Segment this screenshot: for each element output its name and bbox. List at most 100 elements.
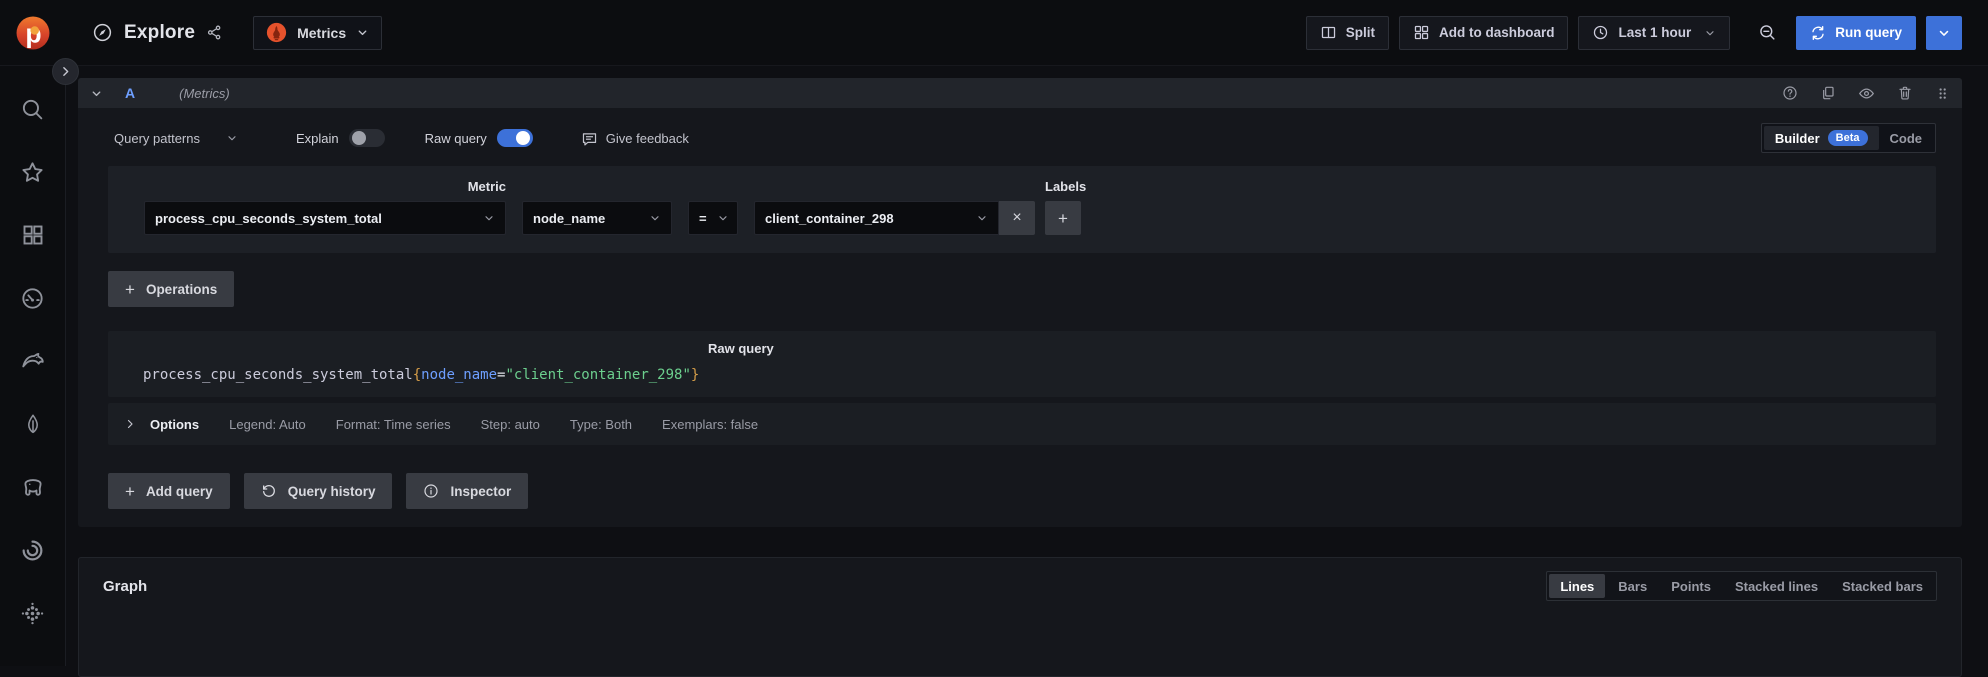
editor-mode-switch: Builder Beta Code — [1760, 123, 1936, 153]
options-type: Type: Both — [569, 416, 633, 432]
share-icon[interactable] — [206, 24, 223, 41]
graph-style-bars[interactable]: Bars — [1607, 574, 1658, 598]
options-expand-icon[interactable] — [124, 418, 136, 430]
graph-style-switch: Lines Bars Points Stacked lines Stacked … — [1546, 571, 1937, 601]
query-patterns-dropdown[interactable]: Query patterns — [114, 131, 238, 146]
app-logo[interactable]: p — [16, 16, 50, 50]
dots-cluster-icon[interactable] — [20, 600, 46, 626]
elephant-icon[interactable] — [20, 474, 46, 500]
explain-toggle[interactable] — [348, 129, 385, 147]
zoom-out-icon — [1759, 25, 1775, 40]
graph-panel-title: Graph — [103, 577, 148, 595]
query-actions-row: + Add query Query history Inspector — [108, 473, 1936, 509]
code-mode-tab[interactable]: Code — [1879, 126, 1934, 150]
options-format: Format: Time series — [335, 416, 451, 432]
sidebar-expand-button[interactable] — [52, 58, 79, 85]
explore-content: A (Metrics) Query patterns Explain Raw q… — [66, 66, 1988, 677]
gauge-dashboard-icon[interactable] — [20, 285, 46, 311]
compass-icon — [93, 23, 112, 42]
explain-toggle-group: Explain — [296, 129, 385, 147]
collapse-query-icon[interactable] — [90, 87, 103, 100]
chevron-down-icon — [978, 216, 986, 221]
clock-icon — [1594, 25, 1608, 40]
chevron-down-icon — [1706, 30, 1714, 35]
split-icon — [1321, 26, 1335, 39]
graph-panel: Graph Lines Bars Points Stacked lines St… — [78, 557, 1962, 677]
sync-icon — [1812, 25, 1824, 40]
options-exemplars: Exemplars: false — [662, 416, 759, 432]
swirl-icon[interactable] — [20, 537, 46, 563]
builder-mode-tab[interactable]: Builder Beta — [1763, 126, 1879, 150]
metric-field-label: Metric — [467, 179, 506, 194]
chevron-down-icon — [1939, 30, 1949, 36]
time-range-picker[interactable]: Last 1 hour — [1578, 15, 1731, 50]
query-builder-card: Metric Labels process_cpu_seconds_system… — [108, 166, 1936, 253]
raw-query-toggle-group: Raw query — [425, 129, 533, 147]
search-icon[interactable] — [20, 96, 46, 122]
dolphin-icon[interactable] — [20, 348, 46, 374]
plus-icon: + — [1058, 208, 1068, 228]
query-datasource-hint: (Metrics) — [179, 85, 230, 101]
graph-style-lines[interactable]: Lines — [1549, 574, 1606, 598]
add-query-button[interactable]: + Add query — [108, 473, 230, 509]
copy-icon[interactable] — [1820, 85, 1836, 101]
query-toolbar: Query patterns Explain Raw query Give fe… — [114, 122, 1936, 154]
operator-select[interactable]: = — [688, 201, 738, 235]
raw-query-expression: process_cpu_seconds_system_total{node_na… — [143, 367, 700, 383]
top-nav: p Explore Metrics Split Add to dashboard — [0, 0, 1988, 66]
info-icon — [424, 484, 439, 498]
metric-select[interactable]: process_cpu_seconds_system_total — [144, 201, 506, 235]
raw-query-toggle[interactable] — [496, 129, 533, 147]
close-icon: × — [1012, 209, 1022, 226]
inspector-button[interactable]: Inspector — [406, 473, 529, 509]
add-to-dashboard-button[interactable]: Add to dashboard — [1398, 15, 1569, 50]
prometheus-icon — [266, 22, 287, 43]
datasource-name: Metrics — [297, 24, 347, 41]
leaf-icon[interactable] — [20, 411, 46, 437]
beta-badge: Beta — [1827, 130, 1868, 146]
labels-field-label: Labels — [1045, 179, 1087, 194]
explain-label: Explain — [296, 130, 339, 146]
eye-icon[interactable] — [1858, 85, 1875, 102]
left-sidebar — [0, 66, 66, 666]
query-ref-id: A — [125, 85, 136, 101]
chevron-down-icon — [228, 136, 236, 141]
raw-query-label: Raw query — [708, 341, 774, 356]
plus-icon: + — [125, 279, 135, 299]
chevron-down-icon — [651, 216, 659, 221]
graph-style-stacked-bars[interactable]: Stacked bars — [1831, 574, 1934, 598]
chevron-down-icon — [358, 30, 367, 36]
add-label-filter-button[interactable]: + — [1045, 201, 1081, 235]
options-title[interactable]: Options — [150, 417, 199, 432]
plus-icon: + — [125, 481, 135, 501]
options-legend: Legend: Auto — [229, 416, 306, 432]
query-row-header: A (Metrics) — [78, 78, 1962, 108]
chevron-down-icon — [485, 216, 493, 221]
raw-query-toggle-label: Raw query — [424, 130, 487, 146]
zoom-out-button[interactable] — [1748, 16, 1786, 50]
raw-query-card: Raw query process_cpu_seconds_system_tot… — [108, 331, 1936, 397]
label-name-select[interactable]: node_name — [522, 201, 672, 235]
run-query-options-button[interactable] — [1926, 15, 1962, 50]
add-operation-button[interactable]: + Operations — [108, 271, 235, 307]
help-icon[interactable] — [1782, 85, 1798, 101]
comment-icon — [582, 132, 596, 145]
graph-style-points[interactable]: Points — [1660, 574, 1722, 598]
datasource-picker[interactable]: Metrics — [253, 15, 383, 50]
query-history-button[interactable]: Query history — [243, 473, 393, 509]
run-query-button[interactable]: Run query — [1796, 15, 1916, 50]
split-button[interactable]: Split — [1305, 15, 1389, 50]
apps-icon — [1414, 25, 1429, 40]
query-options-row: Options Legend: Auto Format: Time series… — [108, 403, 1936, 445]
drag-handle-icon[interactable] — [1935, 86, 1950, 101]
remove-label-filter-button[interactable]: × — [999, 201, 1035, 235]
graph-style-stacked-lines[interactable]: Stacked lines — [1724, 574, 1829, 598]
star-icon[interactable] — [20, 159, 46, 185]
page-title: Explore — [124, 21, 196, 43]
chevron-down-icon — [718, 216, 727, 221]
trash-icon[interactable] — [1897, 85, 1913, 101]
give-feedback-link[interactable]: Give feedback — [581, 130, 689, 147]
query-editor-panel: A (Metrics) Query patterns Explain Raw q… — [78, 78, 1962, 527]
apps-grid-icon[interactable] — [20, 222, 46, 248]
label-value-select[interactable]: client_container_298 — [754, 201, 999, 235]
